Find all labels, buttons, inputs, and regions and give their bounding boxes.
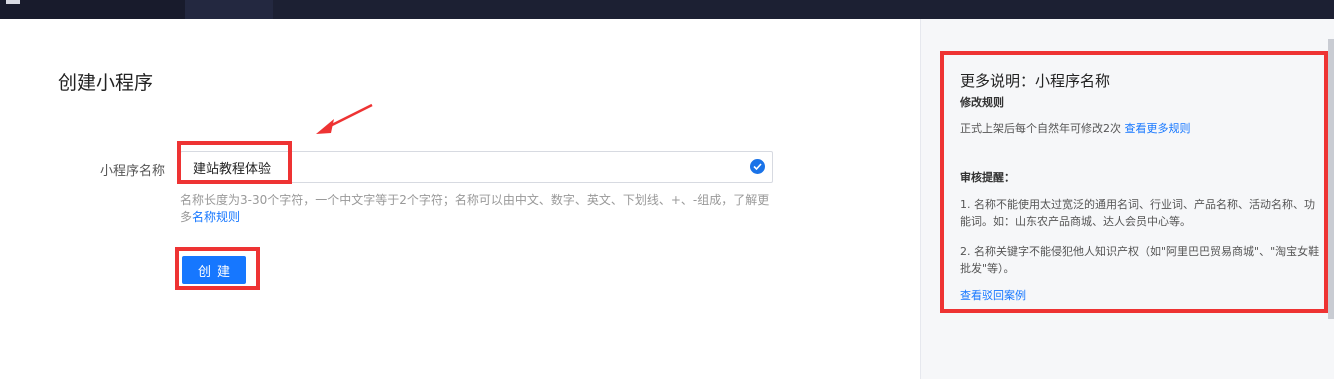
top-nav-tab[interactable]: [185, 0, 273, 19]
name-input[interactable]: [180, 151, 773, 183]
side-title: 更多说明：小程序名称: [960, 72, 1111, 90]
create-button[interactable]: 创建: [182, 256, 246, 284]
red-arrow-icon: [316, 103, 373, 134]
review-item-1: 1. 名称不能使用太过宽泛的通用名词、行业词、产品名称、活动名称、功能词。如：山…: [960, 198, 1315, 228]
top-nav-logo-area: [0, 0, 185, 19]
rejected-cases-link[interactable]: 查看驳回案例: [960, 287, 1026, 303]
modify-rules-text: 正式上架后每个自然年可修改2次 查看更多规则: [960, 120, 1320, 137]
more-rules-link[interactable]: 查看更多规则: [1125, 122, 1191, 135]
check-circle-icon: [750, 159, 765, 174]
name-field-label: 小程序名称: [100, 164, 166, 179]
page-title: 创建小程序: [58, 72, 154, 94]
name-hint: 名称长度为3-30个字符，一个中文字等于2个字符；名称可以由中文、数字、英文、下…: [180, 192, 775, 226]
modify-rules-desc: 正式上架后每个自然年可修改2次: [960, 122, 1121, 135]
review-item-2: 2. 名称关键字不能侵犯他人知识产权（如"阿里巴巴贸易商城"、"淘宝女鞋批发"等…: [960, 245, 1320, 275]
modify-rules-heading: 修改规则: [960, 96, 1004, 109]
review-heading: 审核提醒：: [960, 171, 1015, 184]
top-nav-bar: [0, 0, 1334, 19]
scrollbar[interactable]: [1328, 39, 1334, 319]
name-hint-text: 名称长度为3-30个字符，一个中文字等于2个字符；名称可以由中文、数字、英文、下…: [180, 193, 770, 224]
logo-mark: [6, 0, 20, 4]
name-rules-link[interactable]: 名称规则: [192, 210, 240, 224]
